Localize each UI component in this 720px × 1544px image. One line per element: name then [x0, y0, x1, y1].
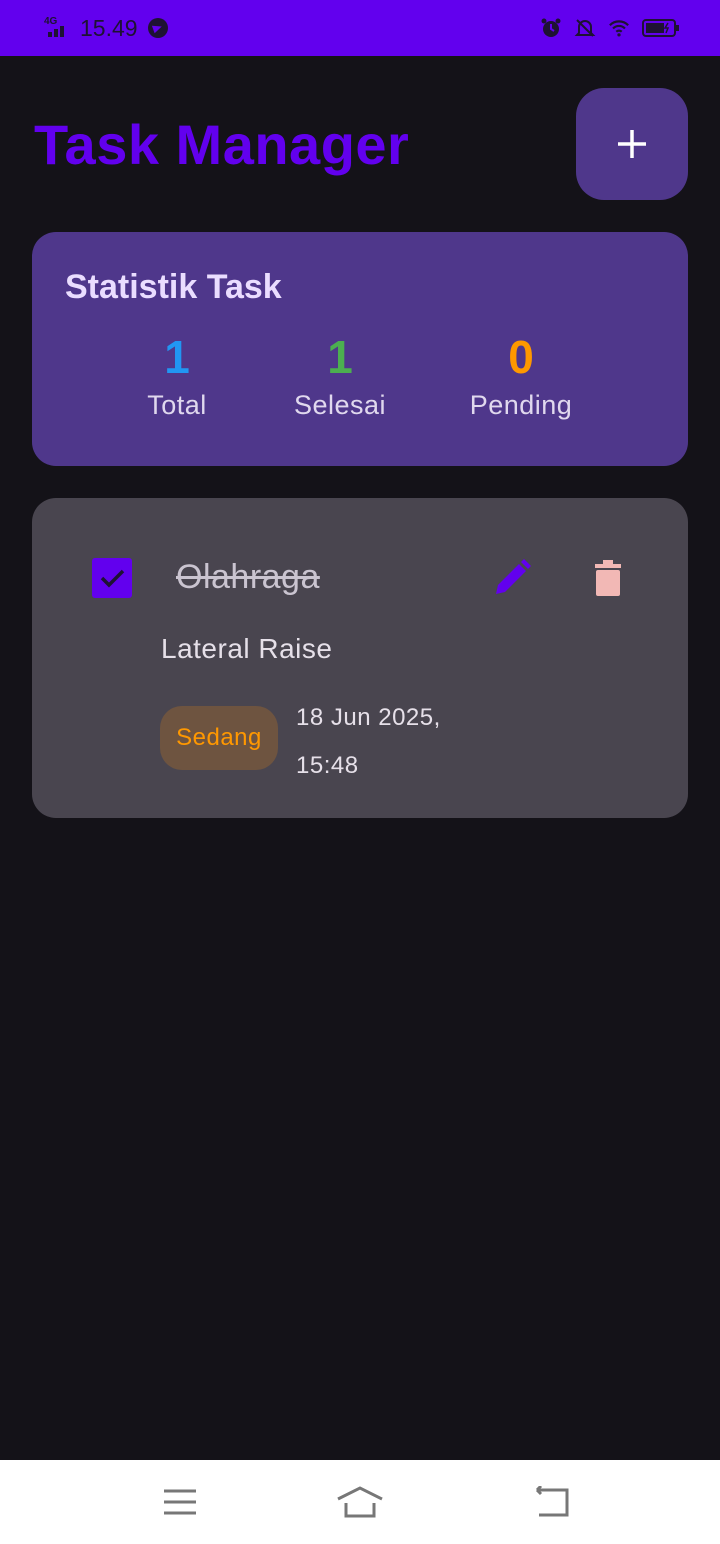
status-bar: 4G 15.49	[0, 0, 720, 56]
status-right	[540, 14, 680, 42]
plus-icon	[618, 130, 646, 158]
check-icon	[100, 569, 125, 588]
battery-icon	[642, 17, 680, 39]
back-button[interactable]	[526, 1480, 574, 1524]
signal-icon: 4G	[44, 17, 72, 39]
task-date-line2: 15:48	[296, 752, 359, 779]
task-checkbox[interactable]	[92, 558, 132, 598]
task-card[interactable]: Olahraga Lateral Raise Sedang 18 Jun 202…	[32, 498, 688, 818]
task-date-line1: 18 Jun 2025,	[296, 704, 441, 731]
stat-pending-label: Pending	[469, 390, 573, 420]
stats-title: Statistik Task	[65, 268, 282, 306]
stats-card: Statistik Task 1 Total 1 Selesai 0 Pendi…	[32, 232, 688, 466]
task-date: 18 Jun 2025, 15:48	[296, 694, 496, 790]
menu-button[interactable]	[156, 1480, 204, 1524]
menu-icon	[164, 1489, 196, 1515]
status-time: 15.49	[80, 14, 138, 41]
stat-total-value: 1	[164, 331, 190, 383]
alarm-icon	[540, 17, 562, 39]
page-title: Task Manager	[34, 113, 410, 176]
wifi-icon	[608, 17, 630, 39]
pencil-icon	[496, 559, 531, 594]
stat-total-label: Total	[147, 390, 207, 420]
stat-done: 1 Selesai	[250, 330, 430, 421]
home-button[interactable]	[336, 1480, 384, 1524]
telegram-icon	[147, 18, 168, 38]
task-description: Lateral Raise	[161, 633, 333, 664]
stat-done-value: 1	[327, 331, 353, 383]
stat-total: 1 Total	[87, 330, 267, 421]
stat-pending-value: 0	[508, 331, 534, 383]
add-task-button[interactable]	[576, 88, 688, 200]
stat-pending: 0 Pending	[431, 330, 611, 421]
trash-icon	[595, 560, 621, 596]
notifications-off-icon	[574, 17, 596, 39]
stat-done-label: Selesai	[293, 390, 387, 420]
back-icon	[535, 1486, 569, 1517]
task-title: Olahraga	[176, 558, 320, 596]
status-left: 4G 15.49	[44, 14, 168, 42]
delete-button[interactable]	[584, 554, 632, 602]
home-icon	[337, 1486, 383, 1518]
system-nav-bar	[0, 1460, 720, 1544]
edit-button[interactable]	[488, 554, 536, 602]
priority-badge: Sedang	[160, 706, 278, 770]
